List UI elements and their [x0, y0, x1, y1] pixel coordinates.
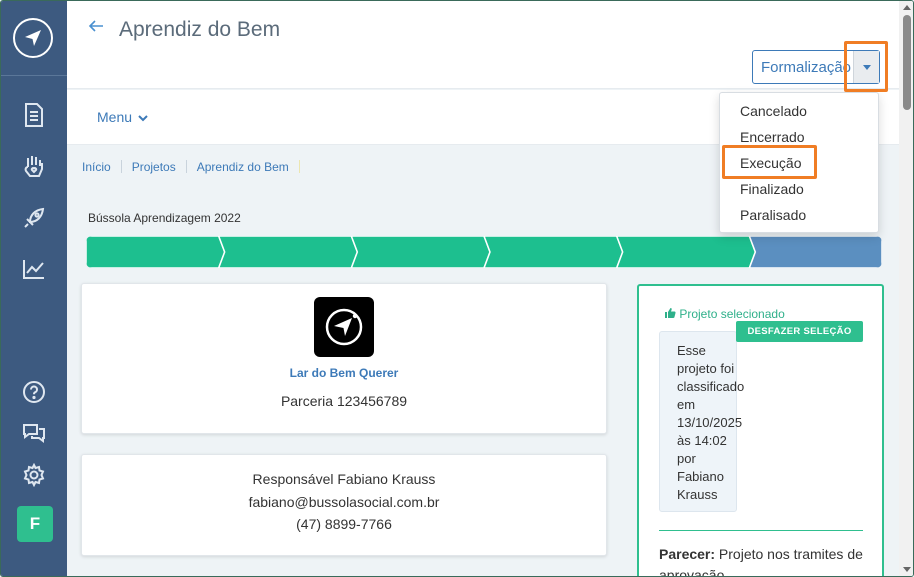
- breadcrumb: Início Projetos Aprendiz do Bem: [82, 160, 310, 174]
- rocket-icon[interactable]: [20, 204, 48, 232]
- organization-card: Lar do Bem Querer Parceria 123456789: [81, 283, 607, 434]
- progress-step-2: [217, 236, 359, 268]
- selected-label: Projeto selecionado: [664, 307, 785, 321]
- page-header: Aprendiz do Bem Formalização: [67, 1, 899, 89]
- program-name: Bússola Aprendizagem 2022: [88, 211, 241, 225]
- gear-icon[interactable]: [20, 461, 48, 489]
- organization-name[interactable]: Lar do Bem Querer: [82, 366, 606, 380]
- compass-logo-icon: [325, 308, 363, 346]
- breadcrumb-separator: [120, 160, 122, 173]
- chevron-down-icon: [138, 115, 148, 122]
- responsible-name: Responsável Fabiano Krauss: [252, 471, 436, 487]
- highlight-dropdown-toggle: [844, 41, 888, 92]
- scroll-up-arrow-icon[interactable]: [903, 5, 911, 10]
- progress-step-5: [615, 236, 757, 268]
- vertical-scrollbar[interactable]: [899, 1, 913, 576]
- back-arrow-icon[interactable]: [87, 17, 105, 41]
- undo-selection-button[interactable]: DESFAZER SELEÇÃO: [736, 321, 863, 342]
- selection-panel: Projeto selecionado Esse projeto foi cla…: [637, 284, 884, 577]
- hand-heart-icon[interactable]: [20, 152, 48, 180]
- chart-line-icon[interactable]: [20, 255, 48, 283]
- page-title: Aprendiz do Bem: [119, 18, 281, 41]
- panel-divider: [659, 530, 863, 531]
- breadcrumb-current[interactable]: Aprendiz do Bem: [197, 160, 289, 174]
- organization-logo: [314, 297, 374, 357]
- status-option-cancelado[interactable]: Cancelado: [720, 98, 878, 124]
- partnership-number: Parceria 123456789: [280, 393, 408, 409]
- progress-step-4: [483, 236, 624, 268]
- breadcrumb-separator: [185, 160, 187, 173]
- sidebar: F: [1, 1, 67, 576]
- app-logo-icon[interactable]: [13, 18, 53, 58]
- progress-step-1: [86, 236, 226, 268]
- help-icon[interactable]: [20, 378, 48, 406]
- breadcrumb-separator: [298, 160, 300, 173]
- responsible-phone: (47) 8899-7766: [296, 516, 392, 532]
- menu-label: Menu: [97, 109, 133, 125]
- highlight-execucao-option: [722, 145, 817, 179]
- scrollbar-thumb[interactable]: [903, 15, 911, 110]
- responsible-email: fabiano@bussolasocial.com.br: [248, 494, 440, 510]
- progress-step-3: [350, 236, 491, 268]
- sidebar-divider: [1, 75, 67, 76]
- chat-icon[interactable]: [20, 419, 48, 447]
- classification-info: Esse projeto foi classificado em 13/10/2…: [659, 331, 744, 512]
- contact-card: Responsável Fabiano Krauss fabiano@busso…: [81, 454, 607, 556]
- document-icon[interactable]: [20, 101, 48, 129]
- parecer-text: Parecer: Projeto nos tramites de aprovaç…: [659, 546, 863, 577]
- thumbs-up-icon: [665, 308, 676, 318]
- user-avatar[interactable]: F: [17, 506, 53, 542]
- status-option-paralisado[interactable]: Paralisado: [720, 202, 878, 228]
- scroll-down-arrow-icon[interactable]: [903, 567, 911, 572]
- menu-toggle[interactable]: Menu: [97, 109, 148, 125]
- breadcrumb-projects[interactable]: Projetos: [132, 160, 176, 174]
- status-option-finalizado[interactable]: Finalizado: [720, 176, 878, 202]
- status-button-label: Formalização: [761, 58, 852, 76]
- breadcrumb-home[interactable]: Início: [82, 160, 111, 174]
- progress-steps: [86, 236, 882, 268]
- progress-step-6: [748, 236, 882, 268]
- app-window: F Aprendiz do Bem Formalização Menu Iníc…: [0, 0, 914, 577]
